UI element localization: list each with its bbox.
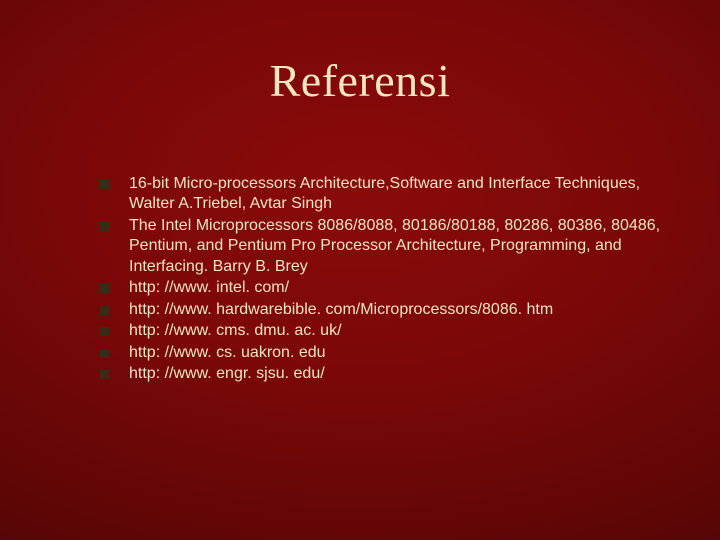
list-item: 16-bit Micro-processors Architecture,Sof… xyxy=(100,174,680,215)
list-item: The Intel Microprocessors 8086/8088, 801… xyxy=(100,216,680,277)
list-item-text: The Intel Microprocessors 8086/8088, 801… xyxy=(129,216,680,277)
square-bullet-icon xyxy=(100,180,109,189)
list-item-text: http: //www. engr. sjsu. edu/ xyxy=(129,364,680,384)
square-bullet-icon xyxy=(100,306,109,315)
slide: Referensi 16-bit Micro-processors Archit… xyxy=(0,0,720,540)
page-title: Referensi xyxy=(0,0,720,107)
list-item-text: http: //www. cms. dmu. ac. uk/ xyxy=(129,321,680,341)
list-item: http: //www. hardwarebible. com/Micropro… xyxy=(100,300,680,320)
square-bullet-icon xyxy=(100,327,109,336)
list-item-text: http: //www. cs. uakron. edu xyxy=(129,343,680,363)
square-bullet-icon xyxy=(100,349,109,358)
square-bullet-icon xyxy=(100,222,109,231)
square-bullet-icon xyxy=(100,284,109,293)
list-item: http: //www. cs. uakron. edu xyxy=(100,343,680,363)
list-item: http: //www. engr. sjsu. edu/ xyxy=(100,364,680,384)
reference-list: 16-bit Micro-processors Architecture,Sof… xyxy=(100,174,680,386)
list-item-text: 16-bit Micro-processors Architecture,Sof… xyxy=(129,174,680,215)
list-item: http: //www. cms. dmu. ac. uk/ xyxy=(100,321,680,341)
list-item: http: //www. intel. com/ xyxy=(100,278,680,298)
square-bullet-icon xyxy=(100,370,109,379)
list-item-text: http: //www. intel. com/ xyxy=(129,278,680,298)
list-item-text: http: //www. hardwarebible. com/Micropro… xyxy=(129,300,680,320)
